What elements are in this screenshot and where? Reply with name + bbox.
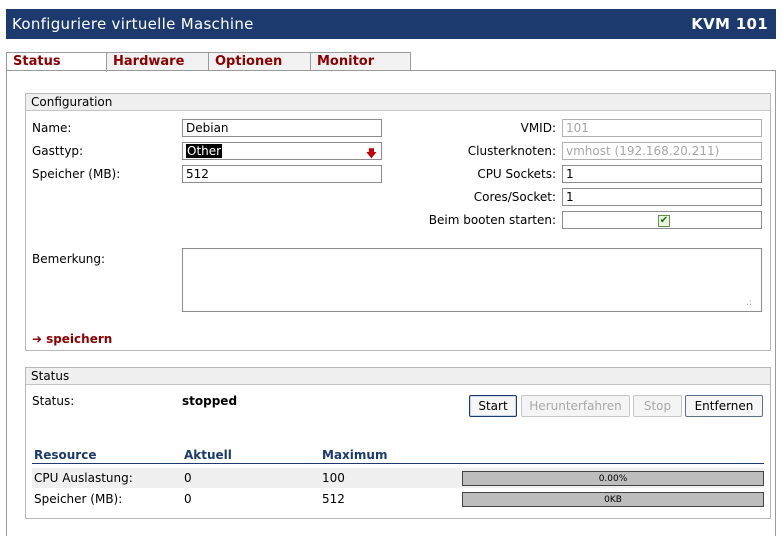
tab-hardware[interactable]: Hardware [107,52,209,71]
resource-name: CPU Auslastung: [34,471,133,485]
shutdown-button[interactable]: Herunterfahren [521,395,630,417]
bemerkung-textarea[interactable] [182,248,762,312]
table-row: CPU Auslastung: 0 100 0.00% [32,468,764,488]
tab-status[interactable]: Status [6,52,107,72]
vmid-label: VMID: [520,121,556,135]
status-panel: Status Status: stopped Start Herunterfah… [25,367,771,519]
start-button[interactable]: Start [469,395,517,417]
tab-monitor[interactable]: Monitor [311,52,411,71]
cores-socket-label: Cores/Socket: [473,190,556,204]
cores-socket-input[interactable]: 1 [562,188,762,206]
configuration-legend: Configuration [26,94,770,111]
resource-maximum: 512 [322,492,345,506]
resource-name: Speicher (MB): [34,492,123,506]
resource-maximum: 100 [322,471,345,485]
cpu-usage-bar: 0.00% [462,471,764,486]
gasttyp-select[interactable]: Other 🡇 [182,142,382,160]
arrow-right-icon: ➜ [32,332,43,346]
bemerkung-label: Bemerkung: [32,252,106,266]
cpu-usage-text: 0.00% [598,473,628,484]
vm-label: KVM 101 [691,15,768,33]
table-row: Speicher (MB): 0 512 0KB [32,489,764,509]
boot-start-field: ✔ [562,211,762,229]
remove-button[interactable]: Entfernen [685,395,763,417]
resource-current: 0 [184,471,192,485]
header-aktuell: Aktuell [184,448,232,462]
resource-table-header: Resource Aktuell Maximum [32,448,764,464]
tab-bar: Status Hardware Optionen Monitor [6,52,411,72]
gasttyp-selected-value: Other [186,144,223,158]
save-label: speichern [46,332,113,346]
name-label: Name: [32,121,72,135]
arrow-down-icon: 🡇 [365,147,377,160]
cpu-sockets-label: CPU Sockets: [477,167,556,181]
memory-usage-text: 0KB [604,494,622,505]
header-resource: Resource [34,448,97,462]
status-label: Status: [32,394,75,408]
window-titlebar: Konfiguriere virtuelle Maschine KVM 101 [6,9,776,39]
name-input[interactable]: Debian [182,119,382,137]
stop-button[interactable]: Stop [633,395,682,417]
clusterknoten-label: Clusterknoten: [467,144,556,158]
tab-content: Configuration Name: Debian Gasttyp: Othe… [6,70,776,536]
clusterknoten-input: vmhost (192.168.20.211) [562,142,762,160]
cpu-sockets-input[interactable]: 1 [562,165,762,183]
vmid-input: 101 [562,119,762,137]
gasttyp-label: Gasttyp: [32,144,84,158]
tab-optionen[interactable]: Optionen [209,52,311,71]
memory-usage-bar: 0KB [462,492,764,507]
speicher-label: Speicher (MB): [32,167,121,181]
status-value: stopped [182,394,238,408]
speicher-input[interactable]: 512 [182,165,382,183]
save-link[interactable]: ➜ speichern [32,332,112,346]
checkmark-icon: ✔ [659,215,669,226]
page-title: Konfiguriere virtuelle Maschine [12,15,254,33]
boot-start-checkbox[interactable]: ✔ [658,215,670,227]
resource-current: 0 [184,492,192,506]
status-legend: Status [26,368,770,385]
resize-grip-icon[interactable]: .: [746,298,752,308]
configuration-panel: Configuration Name: Debian Gasttyp: Othe… [25,93,771,351]
boot-start-label: Beim booten starten: [428,213,556,227]
header-maximum: Maximum [322,448,388,462]
